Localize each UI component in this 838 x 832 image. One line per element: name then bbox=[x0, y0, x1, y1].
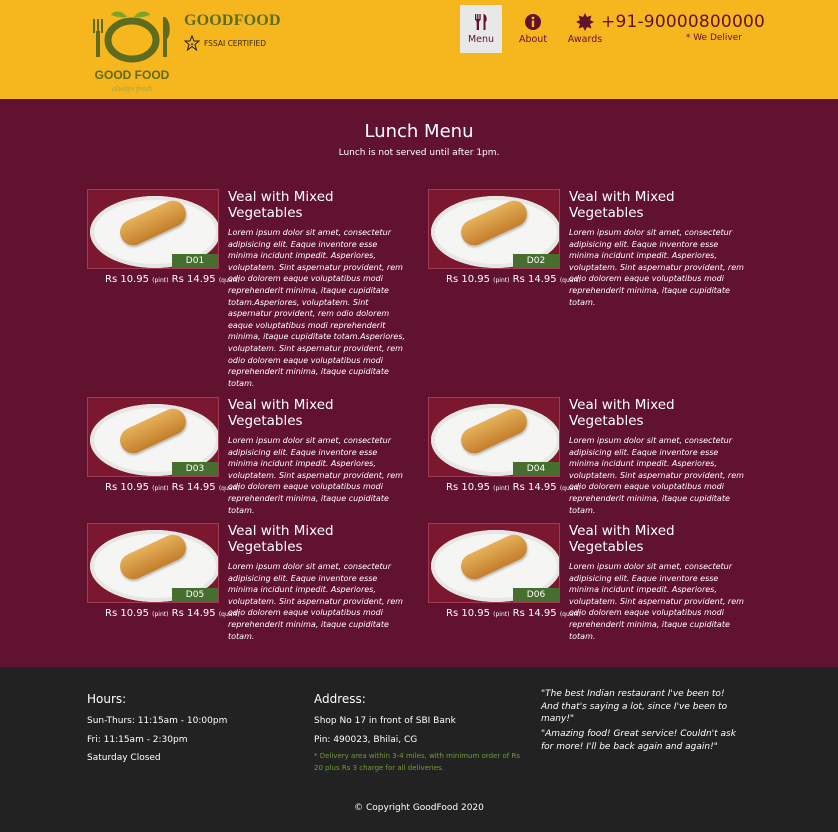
dish-name: Veal with Mixed Vegetables bbox=[569, 397, 675, 429]
nav-about-label: About bbox=[518, 34, 548, 45]
price-pint: Rs 10.95 bbox=[105, 274, 149, 285]
dish-name: Veal with Mixed Vegetables bbox=[569, 523, 675, 555]
pint-label: (pint) bbox=[493, 611, 510, 618]
deliver-note: * We Deliver bbox=[685, 33, 742, 43]
address-line: Pin: 490023, Bhilai, CG bbox=[314, 735, 418, 745]
price-pint: Rs 10.95 bbox=[105, 482, 149, 493]
dish-image[interactable]: D04 bbox=[428, 397, 560, 477]
dish-name: Veal with Mixed Vegetables bbox=[228, 397, 334, 429]
dish-code: D01 bbox=[172, 254, 218, 268]
pint-label: (pint) bbox=[152, 485, 169, 492]
dish-code: D05 bbox=[172, 588, 218, 602]
dish-code: D02 bbox=[513, 254, 559, 268]
price-pint: Rs 10.95 bbox=[446, 482, 490, 493]
main-nav: Menu About Awards bbox=[460, 5, 616, 53]
pint-label: (pint) bbox=[493, 277, 510, 284]
hours-line: Fri: 11:15am - 2:30pm bbox=[87, 735, 188, 745]
dish-code: D03 bbox=[172, 462, 218, 476]
dish-price: Rs 10.95 (pint) Rs 14.95 (quart) bbox=[105, 608, 240, 619]
hours-line: Saturday Closed bbox=[87, 753, 161, 763]
dish-description: Lorem ipsum dolor sit amet, consectetur … bbox=[569, 562, 744, 641]
pint-label: (pint) bbox=[152, 611, 169, 618]
testimonial: "The best Indian restaurant I've been to… bbox=[541, 689, 728, 724]
site-footer: Hours: Sun-Thurs: 11:15am - 10:00pm Fri:… bbox=[0, 667, 838, 832]
price-quart: Rs 14.95 bbox=[171, 482, 216, 493]
price-quart: Rs 14.95 bbox=[171, 274, 216, 285]
brand-name[interactable]: GOODFOOD bbox=[184, 12, 281, 30]
dish-description: Lorem ipsum dolor sit amet, consectetur … bbox=[228, 228, 406, 388]
logo-icon: GOOD FOOD always fresh bbox=[93, 11, 170, 93]
dish-description: Lorem ipsum dolor sit amet, consectetur … bbox=[228, 562, 403, 641]
star-icon: ★ bbox=[184, 35, 200, 51]
phone-number[interactable]: +91-90000800000 bbox=[601, 12, 765, 32]
nav-about[interactable]: About bbox=[512, 5, 554, 53]
price-pint: Rs 10.95 bbox=[446, 608, 490, 619]
logo-tagline: always fresh bbox=[112, 84, 152, 93]
info-icon bbox=[525, 14, 541, 30]
dish-name: Veal with Mixed Vegetables bbox=[228, 523, 334, 555]
fssai-badge: ★ FSSAI CERTIFIED bbox=[184, 35, 266, 51]
award-icon bbox=[576, 13, 594, 31]
pint-label: (pint) bbox=[493, 485, 510, 492]
page-subtitle: Lunch is not served until after 1pm. bbox=[338, 148, 500, 158]
price-pint: Rs 10.95 bbox=[105, 608, 149, 619]
svg-text:★: ★ bbox=[190, 42, 194, 47]
testimonial: "Amazing food! Great service! Couldn't a… bbox=[541, 729, 736, 752]
dish-price: Rs 10.95 (pint) Rs 14.95 (quart) bbox=[105, 482, 240, 493]
dish-image[interactable]: D05 bbox=[87, 523, 219, 603]
dish-image[interactable]: D03 bbox=[87, 397, 219, 477]
logo-text: GOOD FOOD bbox=[95, 68, 170, 82]
hours-title: Hours: bbox=[87, 692, 127, 706]
dish-code: D04 bbox=[513, 462, 559, 476]
page-title: Lunch Menu bbox=[364, 121, 474, 142]
address-line: Shop No 17 in front of SBI Bank bbox=[314, 716, 456, 726]
dish-description: Lorem ipsum dolor sit amet, consectetur … bbox=[569, 436, 744, 515]
copyright: © Copyright GoodFood 2020 bbox=[354, 803, 484, 813]
dish-price: Rs 10.95 (pint) Rs 14.95 (quart) bbox=[105, 274, 240, 285]
price-pint: Rs 10.95 bbox=[446, 274, 490, 285]
nav-menu[interactable]: Menu bbox=[460, 5, 502, 53]
dish-image[interactable]: D06 bbox=[428, 523, 560, 603]
dish-code: D06 bbox=[513, 588, 559, 602]
dish-description: Lorem ipsum dolor sit amet, consectetur … bbox=[569, 228, 744, 307]
price-quart: Rs 14.95 bbox=[512, 482, 557, 493]
nav-awards-label: Awards bbox=[567, 34, 603, 45]
dish-name: Veal with Mixed Vegetables bbox=[569, 189, 675, 221]
hours-line: Sun-Thurs: 11:15am - 10:00pm bbox=[87, 716, 228, 726]
dish-image[interactable]: D01 bbox=[87, 189, 219, 269]
price-quart: Rs 14.95 bbox=[512, 608, 557, 619]
dish-name: Veal with Mixed Vegetables bbox=[228, 189, 334, 221]
price-quart: Rs 14.95 bbox=[171, 608, 216, 619]
nav-menu-label: Menu bbox=[467, 34, 495, 45]
dish-description: Lorem ipsum dolor sit amet, consectetur … bbox=[228, 436, 403, 515]
dish-price: Rs 10.95 (pint) Rs 14.95 (quart) bbox=[446, 274, 581, 285]
pint-label: (pint) bbox=[152, 277, 169, 284]
nav-awards[interactable]: Awards bbox=[564, 5, 606, 53]
site-header: GOOD FOOD always fresh GOODFOOD ★ FSSAI … bbox=[0, 0, 838, 99]
dish-price: Rs 10.95 (pint) Rs 14.95 (quart) bbox=[446, 608, 581, 619]
dish-image[interactable]: D02 bbox=[428, 189, 560, 269]
fork-knife-icon bbox=[475, 14, 487, 30]
price-quart: Rs 14.95 bbox=[512, 274, 557, 285]
address-title: Address: bbox=[314, 692, 366, 706]
logo[interactable]: GOOD FOOD always fresh bbox=[87, 5, 177, 95]
delivery-note: * Delivery area within 3-4 miles, with m… bbox=[314, 752, 520, 772]
dish-price: Rs 10.95 (pint) Rs 14.95 (quart) bbox=[446, 482, 581, 493]
fssai-label: FSSAI CERTIFIED bbox=[204, 38, 267, 48]
